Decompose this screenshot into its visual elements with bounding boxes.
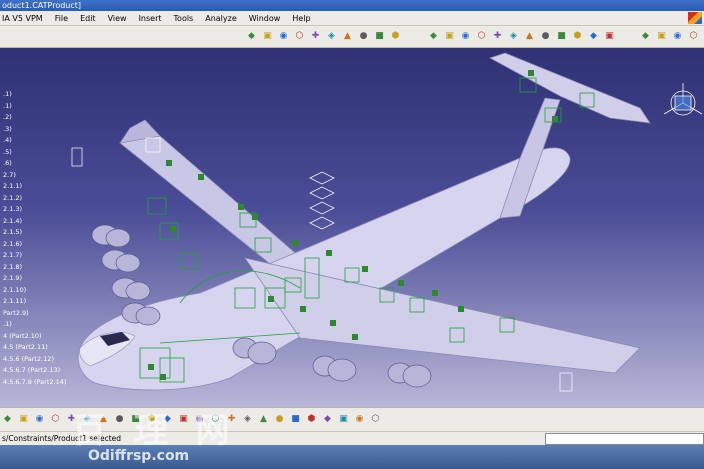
menu-insert[interactable]: Insert — [133, 11, 168, 26]
flexible-icon[interactable]: ● — [356, 29, 371, 44]
fastener-icon[interactable]: ▣ — [602, 29, 617, 44]
tree-item[interactable]: .1) — [0, 102, 12, 110]
open-icon[interactable]: ▣ — [16, 412, 31, 427]
menu-view[interactable]: View — [102, 11, 133, 26]
menu-enovia[interactable]: IA V5 VPM — [0, 11, 49, 26]
horizontal-tail — [488, 52, 651, 124]
angle-icon[interactable]: ✚ — [308, 29, 323, 44]
menu-help[interactable]: Help — [286, 11, 316, 26]
tree-item[interactable]: 2.7) — [0, 171, 16, 179]
save-icon[interactable]: ◉ — [32, 412, 47, 427]
light-icon[interactable]: ⬡ — [368, 412, 383, 427]
rotate-icon[interactable]: ◈ — [240, 412, 255, 427]
zoom-out-icon[interactable]: ● — [272, 412, 287, 427]
compass-icon[interactable] — [663, 83, 703, 116]
menu-bar: IA V5 VPM File Edit View Insert Tools An… — [0, 11, 704, 26]
specification-tree[interactable]: .1) .1) .2) .3) .4) .5) .6) 2.7) 2.1.1) 2.1.2) 2.1… — [0, 48, 66, 407]
window-title-bar: oduct1.CATProduct] — [0, 0, 704, 11]
menu-window[interactable]: Window — [243, 11, 287, 26]
quick-constraint-icon[interactable]: ▲ — [340, 29, 355, 44]
tree-item[interactable]: 2.1.7) — [0, 251, 22, 259]
contact-icon[interactable]: ◉ — [276, 29, 291, 44]
shading-icon[interactable]: ◆ — [320, 412, 335, 427]
tree-item[interactable]: 2.1.10) — [0, 286, 26, 294]
swap-icon[interactable]: ◉ — [352, 412, 367, 427]
distance-icon[interactable]: ▲ — [522, 29, 537, 44]
snap-icon[interactable]: ◉ — [458, 29, 473, 44]
3d-viewport[interactable]: .1) .1) .2) .3) .4) .5) .6) 2.7) 2.1.1) 2.1.2) 2.1… — [0, 48, 704, 407]
top-toolbar: ◆ ▣ ◉ ⬡ ✚ ◈ ▲ ● ■ ⬢ ◆ ▣ ◉ ⬡ ✚ ◈ ▲ ● ■ ⬢ ◆ ▣ ◆ ▣ ◉ ⬡ — [0, 26, 704, 48]
update-icon[interactable]: ✚ — [490, 29, 505, 44]
normal-view-icon[interactable]: ■ — [288, 412, 303, 427]
fix-together-icon[interactable]: ◈ — [324, 29, 339, 44]
tree-item[interactable]: 2.1.9) — [0, 274, 22, 282]
window-title: oduct1.CATProduct] — [2, 1, 82, 10]
coincidence-icon[interactable]: ▣ — [260, 29, 275, 44]
tree-item[interactable]: .6) — [0, 159, 12, 167]
compass-icon[interactable]: ⬡ — [686, 29, 701, 44]
tree-item[interactable]: .1) — [0, 90, 12, 98]
mass-icon[interactable]: ⬢ — [570, 29, 585, 44]
catia-logo-icon — [688, 12, 702, 24]
watermark-text: 百 理 网 — [72, 411, 238, 451]
smart-move-icon[interactable]: ⬡ — [474, 29, 489, 44]
iso-view-icon[interactable]: ⬢ — [304, 412, 319, 427]
sectioning-icon[interactable]: ◈ — [506, 29, 521, 44]
print-icon[interactable]: ⬡ — [48, 412, 63, 427]
tree-item[interactable]: .4) — [0, 136, 12, 144]
menu-file[interactable]: File — [49, 11, 74, 26]
aircraft-model[interactable] — [0, 48, 704, 407]
tree-item[interactable]: .5) — [0, 148, 12, 156]
constraints-toolbar: ◆ ▣ ◉ ⬡ ✚ ◈ ▲ ● ■ ⬢ — [244, 29, 403, 45]
tree-item[interactable]: 4 (Part2.10) — [0, 332, 42, 340]
measure-icon[interactable]: ■ — [554, 29, 569, 44]
manipulate-icon[interactable]: ▣ — [442, 29, 457, 44]
zoom-in-icon[interactable]: ▲ — [256, 412, 271, 427]
change-constraint-icon[interactable]: ■ — [372, 29, 387, 44]
bill-of-material-icon[interactable]: ◆ — [638, 29, 653, 44]
tree-item[interactable]: 2.1.8) — [0, 263, 22, 271]
tree-item[interactable]: 4.5.6.7 (Part2.13) — [0, 366, 60, 374]
fix-icon[interactable]: ◆ — [244, 29, 259, 44]
watermark-url: Odiffrsp.com — [88, 448, 190, 464]
hide-show-icon[interactable]: ▣ — [336, 412, 351, 427]
tree-item[interactable]: 2.1.11) — [0, 297, 26, 305]
command-input[interactable] — [545, 433, 704, 445]
explode-icon[interactable]: ◆ — [426, 29, 441, 44]
tree-item[interactable]: 4.5.6.7.8 (Part2.14) — [0, 378, 66, 386]
assembly-tools-toolbar: ◆ ▣ ◉ ⬡ ✚ ◈ ▲ ● ■ ⬢ ◆ ▣ — [426, 29, 617, 45]
menu-analyze[interactable]: Analyze — [199, 11, 243, 26]
reuse-pattern-icon[interactable]: ⬢ — [388, 29, 403, 44]
tree-item[interactable]: 2.1.4) — [0, 217, 22, 225]
far-engines — [91, 224, 161, 326]
tree-item[interactable]: .3) — [0, 125, 12, 133]
publication-icon[interactable]: ◉ — [670, 29, 685, 44]
tree-item[interactable]: 4.5.6 (Part2.12) — [0, 355, 54, 363]
clash-icon[interactable]: ● — [538, 29, 553, 44]
tree-item[interactable]: 2.1.5) — [0, 228, 22, 236]
scenes-icon[interactable]: ▣ — [654, 29, 669, 44]
menu-tools[interactable]: Tools — [168, 11, 200, 26]
tree-item[interactable]: 2.1.2) — [0, 194, 22, 202]
tree-item[interactable]: 2.1.3) — [0, 205, 22, 213]
menu-edit[interactable]: Edit — [74, 11, 102, 26]
tree-item[interactable]: 2.1.1) — [0, 182, 22, 190]
tree-item[interactable]: 2.1.6) — [0, 240, 22, 248]
extra-toolbar: ◆ ▣ ◉ ⬡ — [638, 29, 701, 45]
tree-item[interactable]: Part2.9) — [0, 309, 29, 317]
near-wing[interactable] — [244, 257, 641, 374]
tree-item[interactable]: .2) — [0, 113, 12, 121]
tree-item[interactable]: 4.5 (Part2.11) — [0, 343, 48, 351]
new-icon[interactable]: ◆ — [0, 412, 15, 427]
tree-item[interactable]: .1) — [0, 320, 12, 328]
offset-icon[interactable]: ⬡ — [292, 29, 307, 44]
catalog-icon[interactable]: ◆ — [586, 29, 601, 44]
